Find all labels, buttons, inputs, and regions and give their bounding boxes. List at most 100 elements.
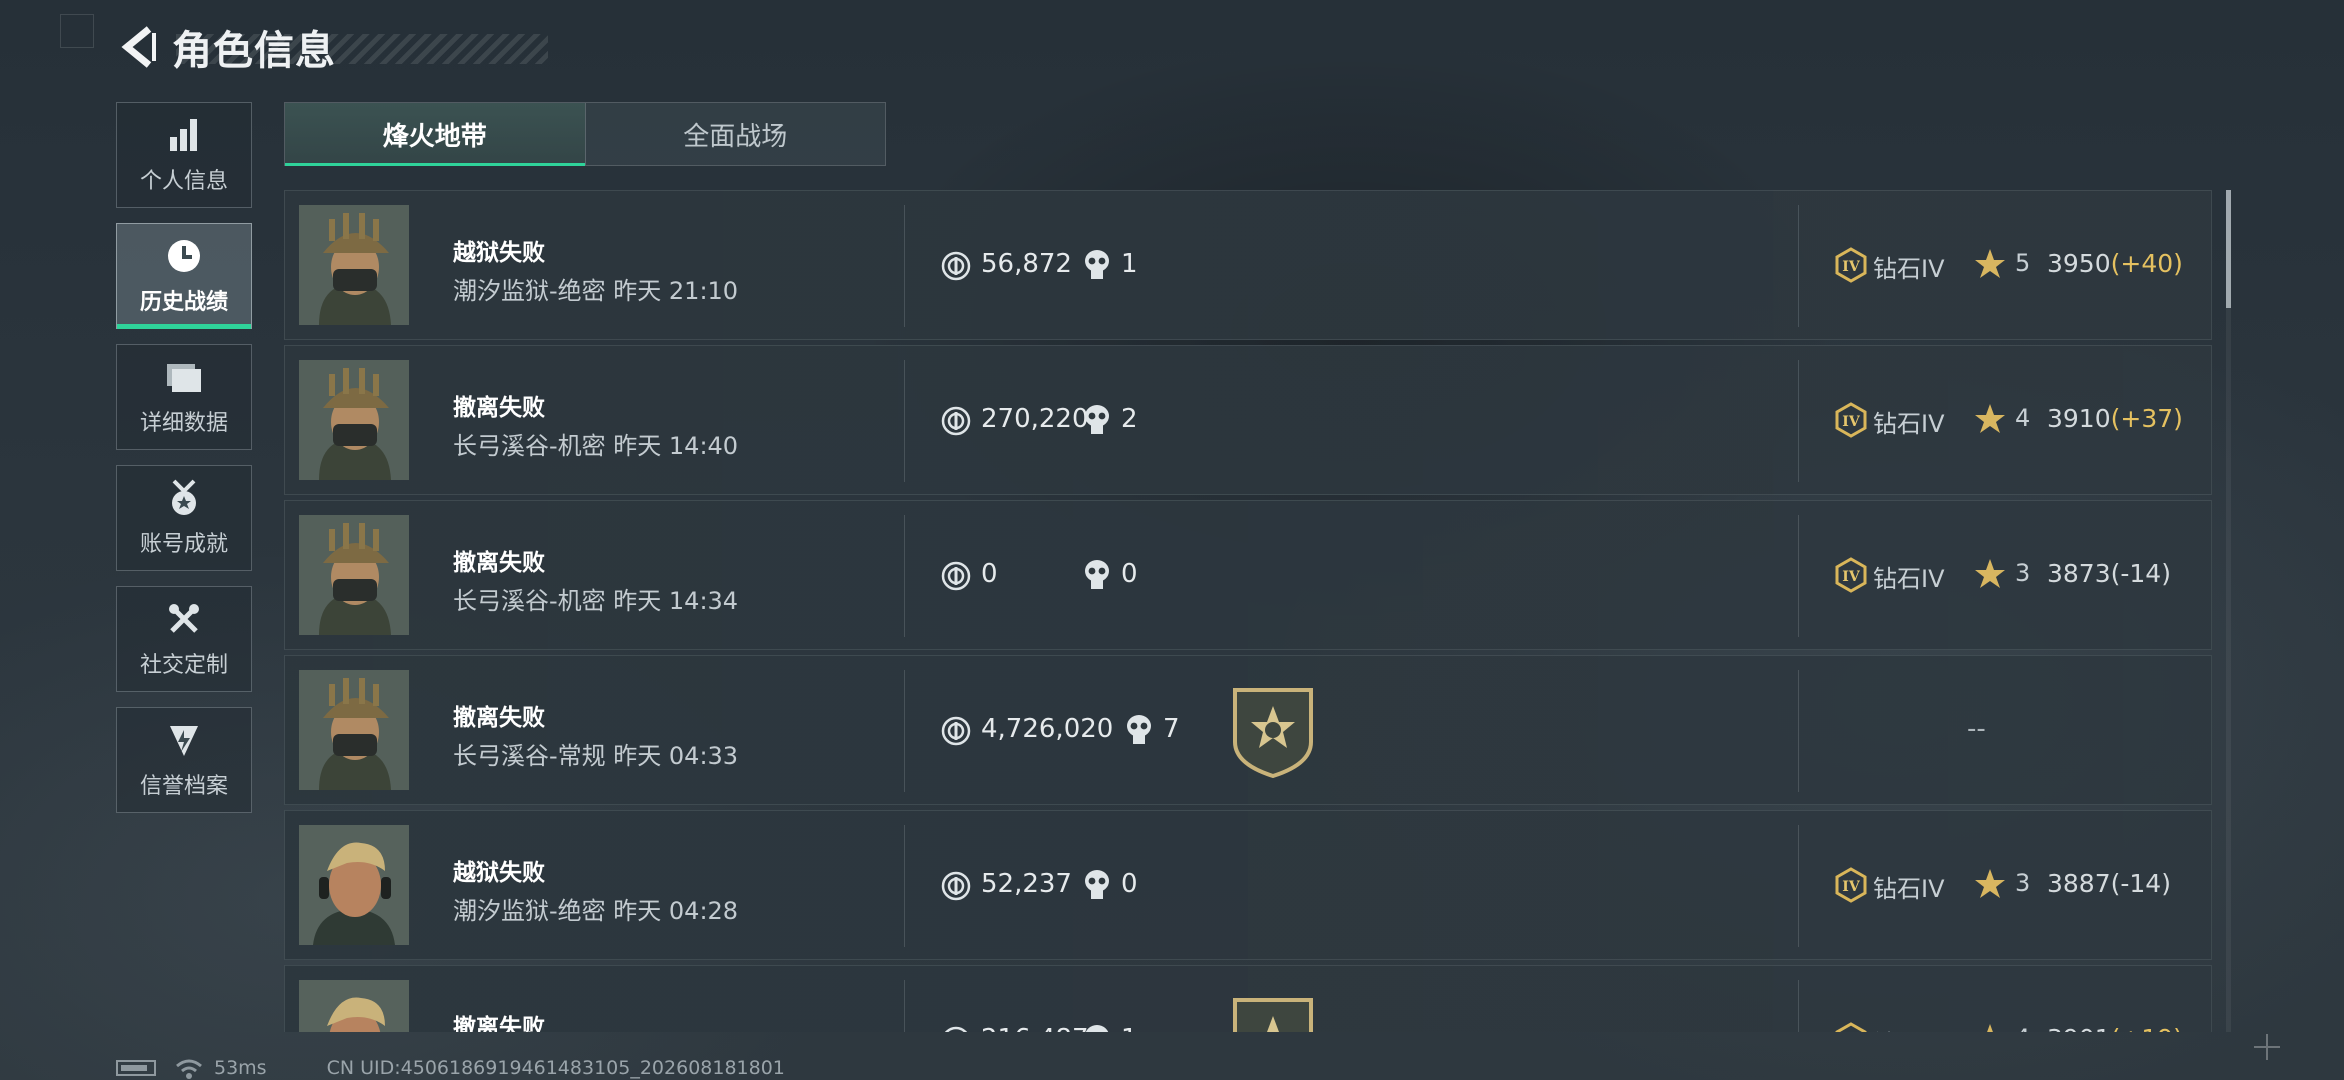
nav-label: 账号成就 [139, 532, 228, 557]
match-result: 越狱失败 [453, 240, 545, 266]
row-divider [904, 205, 905, 327]
shield-bolt-icon [164, 720, 204, 760]
score-value: 3910 [2047, 404, 2111, 433]
rank-score: 3950(+40) [2047, 249, 2183, 278]
operator-avatar [299, 360, 409, 480]
coin-value: 56,872 [981, 249, 1072, 279]
kill-count: 0 [1121, 559, 1138, 589]
star-count: 3 [2015, 869, 2031, 897]
score-delta: (+37) [2110, 404, 2183, 433]
kill-count: 7 [1163, 714, 1180, 744]
match-row[interactable]: 越狱失败 潮汐监狱-绝密 昨天 04:28 52,237 0 IV 钻石IV 3 3887(-… [284, 810, 2212, 960]
match-row[interactable]: 撤离失败 长弓溪谷-机密 昨天 14:40 270,220 2 IV 钻石IV 4 3910(… [284, 345, 2212, 495]
coin-value: 216,487 [981, 1024, 1089, 1032]
match-result: 撤离失败 [453, 395, 545, 421]
score-value: 3873 [2047, 559, 2111, 588]
rank-score: 3887(-14) [2047, 869, 2171, 898]
coin-value: 0 [981, 559, 998, 589]
star-count: 4 [2015, 404, 2031, 432]
row-divider [904, 980, 905, 1032]
uid-text: CN UID:4506186919461483105_202608181801 [326, 1057, 785, 1079]
operator-avatar [299, 670, 409, 790]
row-divider [904, 825, 905, 947]
match-row[interactable]: 撤离失败 216,487 1 IV 钻石IV 4 3901(+19) [284, 965, 2212, 1032]
match-row[interactable]: 撤离失败 长弓溪谷-机密 昨天 14:34 0 0 IV 钻石IV 3 3873(-14) [284, 500, 2212, 650]
star-icon [1975, 249, 2005, 278]
nav-item-details[interactable]: 详细数据 [116, 344, 252, 450]
match-result: 越狱失败 [453, 860, 545, 886]
rank-icon: IV [1835, 402, 1867, 438]
star-count: 4 [2015, 1024, 2030, 1032]
header: 角色信息 [116, 22, 336, 74]
nav-label: 个人信息 [139, 169, 228, 194]
coin-icon [941, 406, 971, 436]
match-map-time: 长弓溪谷-机密 昨天 14:34 [453, 587, 739, 615]
coin-icon [941, 871, 971, 901]
rank-icon: IV [1835, 247, 1867, 283]
tab-hazard-zone[interactable]: 烽火地带 [285, 103, 585, 166]
rank-score: 3873(-14) [2047, 559, 2171, 588]
rank-score: 3901(+19) [2047, 1024, 2183, 1032]
svg-text:IV: IV [1842, 879, 1861, 895]
row-divider [1798, 980, 1799, 1032]
match-row[interactable]: 撤离失败 长弓溪谷-常规 昨天 04:33 4,726,020 7 -- [284, 655, 2212, 805]
score-value: 3950 [2047, 249, 2111, 278]
nav-label: 社交定制 [139, 653, 228, 678]
rank-icon: IV [1835, 867, 1867, 903]
rank-name: 钻石IV [1873, 875, 1945, 903]
operator-avatar [299, 980, 409, 1032]
medal-icon [164, 478, 204, 518]
match-map-time: 长弓溪谷-常规 昨天 04:33 [453, 742, 739, 770]
tab-full-battlefield[interactable]: 全面战场 [584, 103, 885, 165]
operator-avatar [299, 515, 409, 635]
row-divider [1798, 825, 1799, 947]
kill-icon [1085, 870, 1109, 899]
svg-text:IV: IV [1842, 259, 1861, 275]
achievement-badge-icon [1233, 998, 1313, 1032]
scrollbar[interactable] [2226, 190, 2231, 1032]
match-result: 撤离失败 [453, 705, 545, 731]
row-divider [904, 515, 905, 637]
back-arrow-icon [121, 26, 156, 68]
nav-label: 历史战绩 [139, 290, 228, 315]
corner-frame [60, 14, 94, 48]
score-delta: (-14) [2110, 559, 2171, 588]
rank-score: 3910(+37) [2047, 404, 2183, 433]
star-count: 3 [2015, 559, 2031, 587]
nav-item-credit[interactable]: 信誉档案 [116, 707, 252, 813]
row-divider [1798, 360, 1799, 482]
kill-icon [1085, 1025, 1109, 1032]
folder-icon [164, 357, 204, 397]
match-history-list: 越狱失败 潮汐监狱-绝密 昨天 21:10 56,872 1 IV 钻石IV 5 3950(+… [284, 190, 2212, 1032]
nav-item-social[interactable]: 社交定制 [116, 586, 252, 692]
rank-name: 钻石IV [1873, 1024, 1945, 1032]
scroll-thumb[interactable] [2226, 190, 2231, 308]
kill-icon [1085, 405, 1109, 434]
achievement-badge-icon [1233, 688, 1313, 778]
nav-label: 信誉档案 [139, 774, 228, 799]
coin-value: 4,726,020 [981, 714, 1114, 744]
nav-item-achievements[interactable]: 账号成就 [116, 465, 252, 571]
mode-tabs: 烽火地带 全面战场 [284, 102, 886, 166]
star-icon [1987, 1024, 1993, 1032]
nav-item-profile[interactable]: 个人信息 [116, 102, 252, 208]
match-map-time: 潮汐监狱-绝密 昨天 21:10 [453, 277, 739, 305]
score-delta: (+40) [2110, 249, 2183, 278]
row-divider [904, 670, 905, 792]
nav-item-history[interactable]: 历史战绩 [116, 223, 252, 329]
coin-icon [941, 251, 971, 281]
score-delta: (-14) [2110, 869, 2171, 898]
score-value: 3901 [2047, 1024, 2111, 1032]
score-delta: (+19) [2111, 1024, 2183, 1032]
rank-icon: IV [1835, 557, 1867, 593]
svg-text:IV: IV [1842, 414, 1861, 430]
back-button[interactable] [116, 24, 162, 70]
match-row[interactable]: 越狱失败 潮汐监狱-绝密 昨天 21:10 56,872 1 IV 钻石IV 5 3950(+… [284, 190, 2212, 340]
operator-avatar [299, 205, 409, 325]
ping-text: 53ms [214, 1057, 267, 1079]
star-count: 5 [2015, 249, 2031, 277]
match-map-time: 长弓溪谷-机密 昨天 14:40 [453, 432, 739, 460]
status-footer: 53ms CN UID:4506186919461483105_20260818… [116, 1056, 785, 1080]
star-icon [1975, 869, 2005, 898]
star-icon [1975, 404, 2005, 433]
